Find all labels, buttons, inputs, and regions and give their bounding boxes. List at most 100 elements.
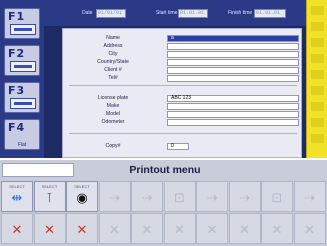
- disabled-tile-10: ⇢: [293, 181, 326, 212]
- form-divider: [69, 133, 297, 134]
- name-field[interactable]: a: [167, 35, 299, 42]
- f4-key-text: Flat: [17, 142, 27, 148]
- menu-title: Printout menu: [129, 164, 201, 176]
- cancel-tile-2[interactable]: ✕: [33, 213, 66, 244]
- date-label: Date: [82, 10, 93, 16]
- form-row-tel: Tel#: [63, 75, 301, 82]
- printout-menu-bar: Printout menu: [0, 158, 327, 180]
- single-wheel-print-tile[interactable]: SELECT ⊺: [33, 181, 66, 212]
- country-state-field[interactable]: [167, 59, 299, 66]
- cancel-icon: ✕: [271, 223, 283, 238]
- customer-form: Name a Address City Country/State Client…: [62, 28, 302, 158]
- license-plate-label: License plate: [97, 95, 129, 101]
- cancel-icon: ✕: [11, 223, 23, 238]
- form-row-copies: Copy# 0: [63, 143, 301, 150]
- f4-key[interactable]: F4 Flat: [4, 119, 40, 150]
- strip-tab[interactable]: [311, 38, 324, 47]
- telephone-label: Tel#: [108, 75, 118, 81]
- finish-time-label: Finish time: [228, 10, 253, 16]
- city-field[interactable]: [167, 51, 299, 58]
- copies-field[interactable]: 0: [167, 143, 189, 150]
- finish-time-input[interactable]: 01.01.01: [254, 9, 286, 18]
- city-label: City: [108, 51, 118, 57]
- f1-key-icon: [10, 24, 36, 35]
- f1-key-label: F1: [8, 10, 26, 23]
- disabled-tile-17: ✕: [293, 213, 326, 244]
- start-time-input[interactable]: 01.01.01: [178, 9, 208, 18]
- arrow-icon: ⇢: [239, 191, 250, 206]
- form-row-model: Model: [63, 111, 301, 118]
- f2-key-icon: [10, 61, 36, 72]
- disabled-tile-13: ✕: [163, 213, 196, 244]
- client-number-field[interactable]: [167, 67, 299, 74]
- disabled-tile-8: ⇢: [228, 181, 261, 212]
- start-time-label: Start time: [156, 10, 178, 16]
- date-field: Date 01/01/01: [82, 9, 142, 18]
- tile-caption: SELECT: [41, 184, 58, 189]
- model-field[interactable]: [167, 111, 299, 118]
- disabled-tile-11: ✕: [98, 213, 131, 244]
- arrow-icon: ⇢: [109, 191, 120, 206]
- name-label: Name: [106, 35, 120, 41]
- form-row-address: Address: [63, 43, 301, 50]
- f1-key[interactable]: F1: [4, 8, 40, 39]
- tile-caption: SELECT: [9, 184, 25, 189]
- cancel-icon: ✕: [304, 223, 315, 238]
- disabled-tile-4: ⇢: [98, 181, 131, 212]
- arrow-icon: ⇢: [304, 191, 315, 206]
- form-row-client: Client #: [63, 67, 301, 74]
- header-bar: Date 01/01/01 Start time 01.01.01 Finish…: [44, 0, 306, 26]
- form-row-odometer: Odometer: [63, 119, 301, 126]
- f3-key-label: F3: [8, 84, 26, 97]
- license-plate-field[interactable]: ABC 123: [167, 95, 299, 102]
- strip-tab[interactable]: [311, 86, 324, 95]
- model-label: Model: [105, 111, 121, 117]
- f3-key[interactable]: F3: [4, 82, 40, 113]
- box-icon: ⊡: [174, 191, 185, 206]
- form-row-name: Name a: [63, 35, 301, 42]
- f2-key-label: F2: [8, 47, 26, 60]
- telephone-field[interactable]: [167, 75, 299, 82]
- client-number-label: Client #: [104, 67, 122, 73]
- strip-tab[interactable]: [311, 6, 324, 15]
- cancel-icon: ✕: [141, 223, 153, 238]
- arrow-icon: ⇢: [141, 191, 153, 206]
- disabled-tile-15: ✕: [228, 213, 261, 244]
- cancel-icon: ✕: [206, 223, 218, 238]
- disabled-tile-6: ⊡: [163, 181, 196, 212]
- odometer-label: Odometer: [101, 119, 125, 125]
- strip-tab[interactable]: [311, 70, 324, 79]
- tile-caption: SELECT: [74, 184, 90, 189]
- date-input[interactable]: 01/01/01: [96, 9, 126, 18]
- cancel-icon: ✕: [239, 223, 250, 238]
- strip-tab[interactable]: [311, 22, 324, 31]
- strip-tab[interactable]: [311, 102, 324, 111]
- cancel-icon: ✕: [44, 223, 55, 238]
- cancel-icon: ✕: [174, 223, 185, 238]
- index-strip: [306, 0, 327, 158]
- strip-tab[interactable]: [311, 134, 324, 143]
- wheel-icon: ⊺: [46, 191, 53, 206]
- menu-status-box: [2, 163, 74, 177]
- form-row-license: License plate ABC 123: [63, 95, 301, 102]
- alignment-print-tile[interactable]: SELECT ⇹: [1, 181, 33, 212]
- cancel-tile-1[interactable]: ✕: [1, 213, 33, 244]
- strip-tab[interactable]: [311, 54, 324, 63]
- function-key-rail: F1 F2 F3 F4 Flat: [0, 0, 44, 160]
- make-field[interactable]: [167, 103, 299, 110]
- cancel-icon: ✕: [109, 223, 120, 238]
- disabled-tile-5: ⇢: [131, 181, 163, 212]
- box-icon: ⊡: [271, 191, 283, 206]
- address-field[interactable]: [167, 43, 299, 50]
- disabled-tile-9: ⊡: [261, 181, 293, 212]
- form-row-country: Country/State: [63, 59, 301, 66]
- tire-icon: ◉: [76, 191, 88, 206]
- strip-tab[interactable]: [311, 118, 324, 127]
- cancel-tile-3[interactable]: ✕: [66, 213, 98, 244]
- f3-key-icon: [10, 98, 36, 109]
- odometer-field[interactable]: [167, 119, 299, 126]
- cancel-icon: ✕: [76, 223, 88, 238]
- address-label: Address: [103, 43, 123, 49]
- tire-print-tile[interactable]: SELECT ◉: [66, 181, 98, 212]
- f2-key[interactable]: F2: [4, 45, 40, 76]
